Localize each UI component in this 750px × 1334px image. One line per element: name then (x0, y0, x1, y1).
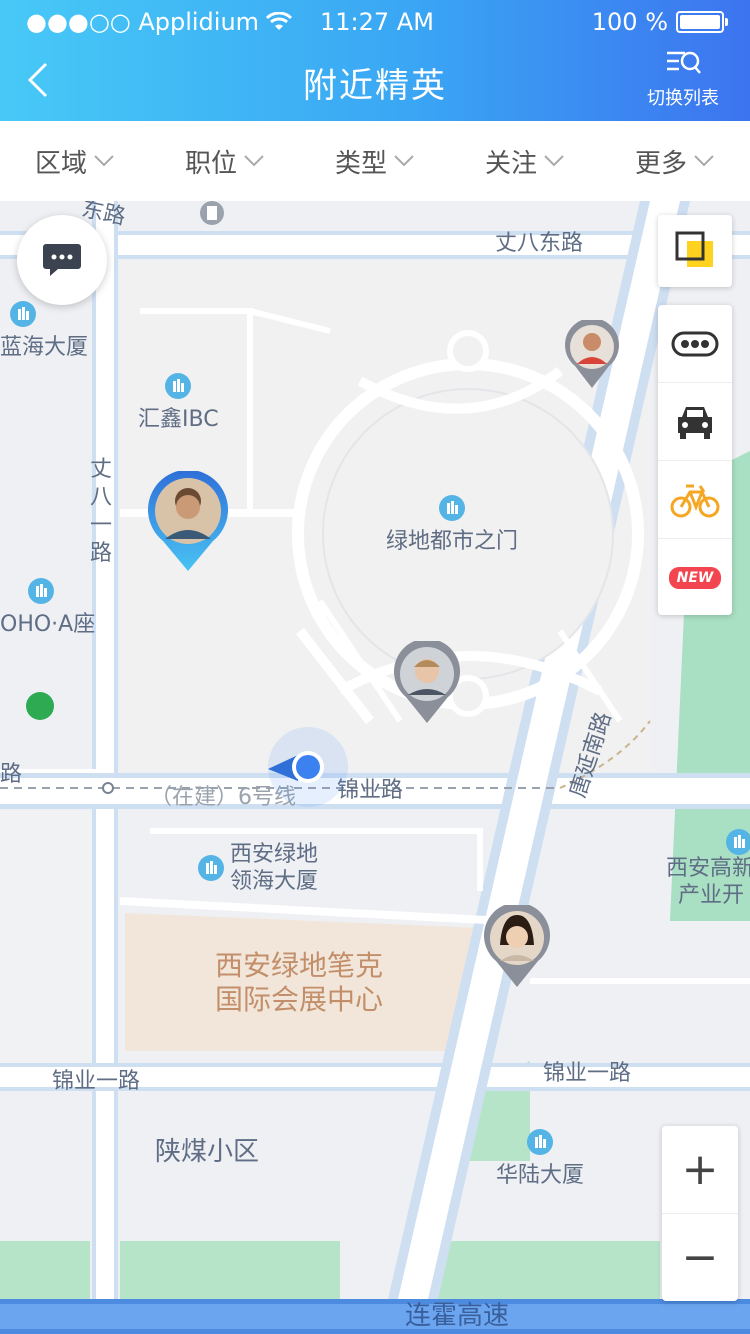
road-label-lower-right: 锦业一路 (543, 1061, 632, 1086)
poi-lingshai-label-2: 领海大厦 (230, 869, 319, 894)
poi-gaoxin-label-1: 西安高新 (666, 856, 750, 881)
taxi-icon (678, 406, 712, 439)
road-label-left-vertical: 丈八一路 (90, 457, 113, 566)
bike-button[interactable] (658, 461, 732, 539)
building-icon (165, 373, 192, 399)
battery-icon (676, 11, 728, 33)
bus-icon (671, 331, 719, 356)
filter-more-label: 更多 (634, 148, 687, 179)
list-search-icon (667, 51, 701, 74)
road-label-lower: 锦业一路 (52, 1069, 141, 1094)
chevron-down-icon (244, 155, 264, 167)
carrier-label: ●●●○○ Applidium (26, 8, 260, 36)
bike-icon (670, 484, 720, 517)
app-header: ●●●○○ Applidium 11:27 AM 100 % 附近精英 切换列表 (0, 0, 750, 121)
poi-soho[interactable]: OHO·A座 (0, 578, 95, 638)
filter-bar: 区域 职位 类型 关注 更多 (0, 121, 750, 202)
poi-expo-label-2: 国际会展中心 (215, 983, 384, 1016)
poi-huixin[interactable]: 汇鑫IBC (138, 373, 219, 433)
filter-region[interactable]: 区域 (0, 121, 150, 201)
building-icon (28, 578, 54, 604)
building-icon (726, 829, 750, 855)
poi-hualu-label: 华陆大厦 (496, 1163, 585, 1188)
map-base (0, 201, 750, 1334)
poi-lanhai-label: 蓝海大厦 (0, 335, 89, 360)
wifi-icon (266, 12, 293, 30)
battery: 100 % (591, 8, 728, 36)
poi-huixin-label: 汇鑫IBC (138, 407, 219, 432)
poi-hualu[interactable]: 华陆大厦 (496, 1129, 584, 1189)
poi-lingshai-label-1: 西安绿地 (230, 842, 319, 867)
zoom-controls: + − (662, 1126, 738, 1301)
switch-list-button[interactable]: 切换列表 (638, 48, 728, 110)
person-pin[interactable] (482, 902, 552, 993)
poi-lingshai[interactable]: 西安绿地 领海大厦 (198, 841, 318, 895)
clock: 11:27 AM (320, 8, 434, 36)
battery-label: 100 % (591, 8, 668, 36)
taxi-button[interactable] (658, 383, 732, 461)
poi-expo-label-1: 西安绿地笔克 (215, 949, 384, 982)
layer-toggle-button[interactable] (658, 215, 732, 287)
poi-gaoxin-label-2: 产业开 (678, 883, 745, 908)
building-icon (439, 495, 465, 521)
road-label-bottom: 连霍高速 (405, 1301, 510, 1331)
chat-icon (43, 244, 81, 276)
filter-position[interactable]: 职位 (150, 121, 300, 201)
filter-type[interactable]: 类型 (300, 121, 450, 201)
filter-position-label: 职位 (184, 148, 237, 179)
chevron-down-icon (394, 155, 414, 167)
road-label-left-partial: 路 (0, 762, 23, 787)
zoom-out-button[interactable]: − (662, 1214, 738, 1301)
road-label-top: 丈八东路 (495, 231, 584, 256)
filter-region-label: 区域 (34, 148, 87, 179)
building-icon (198, 855, 224, 881)
transport-toolbar: NEW (658, 305, 732, 615)
person-pin[interactable] (563, 318, 621, 394)
new-feature-button[interactable]: NEW (658, 539, 732, 616)
zoom-in-button[interactable]: + (662, 1126, 738, 1214)
status-bar: ●●●○○ Applidium 11:27 AM 100 % (0, 0, 750, 42)
filter-follow-label: 关注 (484, 148, 537, 179)
building-icon (527, 1129, 553, 1155)
poi-lvdi-gate[interactable]: 绿地都市之门 (386, 495, 518, 555)
poi-shanmei[interactable]: 陕煤小区 (155, 1131, 259, 1168)
person-pin-active[interactable] (145, 469, 231, 577)
filter-type-label: 类型 (334, 148, 387, 179)
poi-lanhai[interactable]: 蓝海大厦 (0, 301, 88, 361)
poi-soho-label: OHO·A座 (0, 612, 96, 637)
carrier: ●●●○○ Applidium (26, 8, 293, 36)
building-icon (10, 301, 36, 327)
chevron-down-icon (694, 155, 714, 167)
poi-expo-center[interactable]: 西安绿地笔克 国际会展中心 (215, 949, 383, 1017)
message-button[interactable] (17, 215, 107, 305)
poi-lvdi-gate-label: 绿地都市之门 (386, 529, 519, 554)
poi-gaoxin[interactable]: 西安高新 产业开 (666, 829, 750, 909)
switch-list-label: 切换列表 (647, 88, 719, 109)
filter-more[interactable]: 更多 (600, 121, 750, 201)
filter-follow[interactable]: 关注 (450, 121, 600, 201)
person-pin[interactable] (392, 638, 462, 729)
chevron-down-icon (94, 155, 114, 167)
bus-button[interactable] (658, 305, 732, 383)
new-badge: NEW (668, 566, 722, 589)
map-view[interactable]: 东路 丈八东路 丈八一路 路 （在建）6号线 锦业路 唐延南路 锦业一路 锦业一… (0, 201, 750, 1334)
chevron-down-icon (544, 155, 564, 167)
my-location-marker (266, 725, 350, 809)
layers-icon (675, 231, 713, 267)
